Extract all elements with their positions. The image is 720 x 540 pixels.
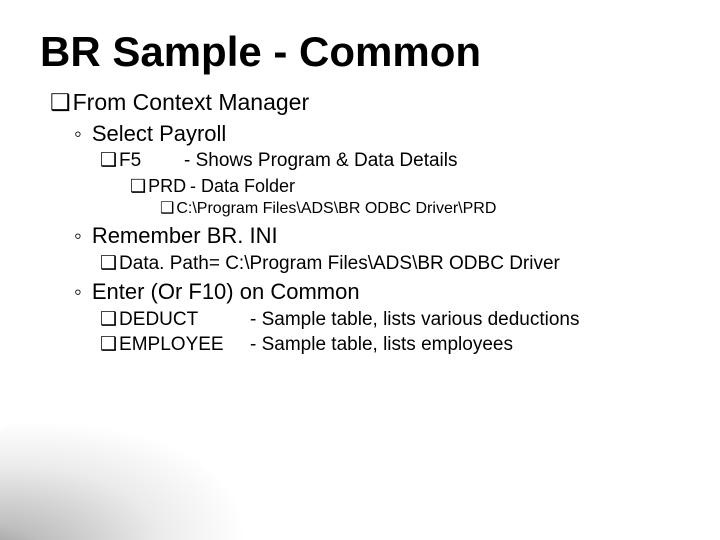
bullet-text: Select Payroll [92, 121, 227, 146]
bullet-select-payroll: ◦ Select Payroll [74, 120, 680, 149]
bullet-desc: - Sample table, lists employees [250, 332, 513, 358]
bullet-desc: - Sample table, lists various deductions [250, 307, 580, 333]
bullet-from: ❑From Context Manager [50, 88, 680, 118]
square-bullet-icon: ❑ [100, 334, 117, 355]
bullet-datapath: ❑Data. Path= C:\Program Files\ADS\BR ODB… [100, 251, 680, 277]
bullet-desc: - Data Folder [190, 174, 295, 198]
bullet-text: C:\Program Files\ADS\BR ODBC Driver\PRD [176, 200, 496, 217]
bullet-key: PRD [148, 176, 186, 196]
bullet-prd: ❑PRD - Data Folder [130, 174, 680, 198]
bullet-enter: ◦ Enter (Or F10) on Common [74, 278, 680, 307]
square-bullet-icon: ❑ [100, 150, 117, 171]
slide: BR Sample - Common ❑From Context Manager… [0, 0, 720, 358]
square-bullet-icon: ❑ [100, 309, 117, 330]
bullet-key: EMPLOYEE [119, 334, 224, 355]
bullet-remember: ◦ Remember BR. INI [74, 222, 680, 251]
bullet-deduct: ❑DEDUCT - Sample table, lists various de… [100, 307, 680, 333]
square-bullet-icon: ❑ [160, 200, 174, 217]
decorative-fade [0, 450, 280, 540]
square-bullet-icon: ❑ [130, 176, 146, 196]
bullet-key: F5 [119, 150, 141, 171]
bullet-desc: - Shows Program & Data Details [184, 148, 458, 174]
bullet-text: Enter (Or F10) on Common [92, 279, 360, 304]
circle-bullet-icon: ◦ [74, 121, 82, 146]
slide-title: BR Sample - Common [40, 28, 680, 76]
bullet-employee: ❑EMPLOYEE - Sample table, lists employee… [100, 332, 680, 358]
bullet-text: Remember BR. INI [92, 223, 278, 248]
bullet-text: From Context Manager [73, 89, 309, 115]
circle-bullet-icon: ◦ [74, 279, 82, 304]
bullet-f5: ❑F5 - Shows Program & Data Details [100, 148, 680, 174]
bullet-prd-path: ❑C:\Program Files\ADS\BR ODBC Driver\PRD [160, 198, 680, 220]
square-bullet-icon: ❑ [50, 89, 71, 115]
bullet-key: DEDUCT [119, 309, 198, 330]
square-bullet-icon: ❑ [100, 253, 117, 274]
circle-bullet-icon: ◦ [74, 223, 82, 248]
bullet-text: Data. Path= C:\Program Files\ADS\BR ODBC… [119, 253, 560, 274]
